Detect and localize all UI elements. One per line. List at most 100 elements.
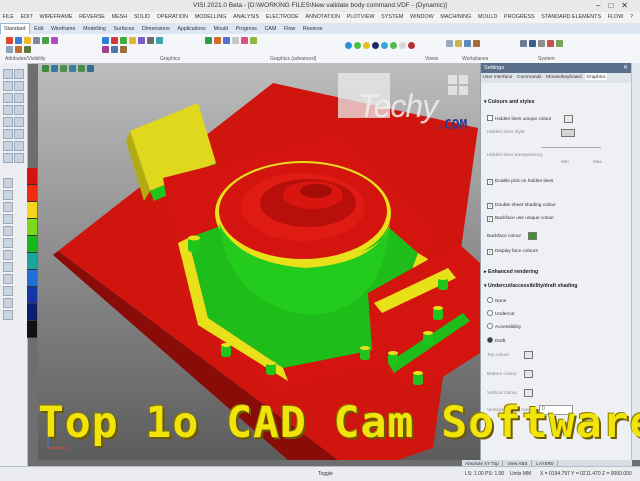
tab-graphics[interactable]: Graphics xyxy=(584,73,608,80)
analysis-tool-icon[interactable] xyxy=(3,178,13,188)
menu-solid[interactable]: SOLID xyxy=(131,12,152,20)
rectangle-tool-icon[interactable] xyxy=(3,105,13,115)
transparency-slider[interactable] xyxy=(541,147,601,148)
shaded-icon[interactable] xyxy=(42,65,49,72)
shading-undercut-option[interactable]: Undercut xyxy=(487,310,514,317)
section-tool-icon[interactable] xyxy=(3,202,13,212)
window-controls[interactable]: –□✕ xyxy=(596,1,636,10)
shading-none-option[interactable]: None xyxy=(487,297,506,304)
show-icon[interactable] xyxy=(42,37,49,44)
menu-edit[interactable]: EDIT xyxy=(18,12,35,20)
menu-reverse[interactable]: REVERSE xyxy=(77,12,108,20)
wire-icon[interactable] xyxy=(120,37,127,44)
trim-tool-icon[interactable] xyxy=(3,117,13,127)
view-globe-icon[interactable] xyxy=(399,42,406,49)
eye-icon[interactable] xyxy=(33,37,40,44)
view-bottom-icon[interactable] xyxy=(390,42,397,49)
tab-user-interface[interactable]: User interface xyxy=(481,73,514,80)
lightbulb-icon[interactable] xyxy=(24,37,31,44)
tab-progress[interactable]: Progress xyxy=(233,24,260,32)
menu-flow[interactable]: FLOW xyxy=(605,12,626,20)
tab-reverse[interactable]: Reverse xyxy=(300,24,326,32)
filter-icon[interactable] xyxy=(6,46,13,53)
menu-wireframe[interactable]: WIREFRAME xyxy=(37,12,75,20)
texture-icon[interactable] xyxy=(223,37,230,44)
offset-tool-icon[interactable] xyxy=(14,117,24,127)
tab-commands[interactable]: Commands xyxy=(516,73,544,80)
system-settings-icon[interactable] xyxy=(520,40,527,47)
menu-window[interactable]: WINDOW xyxy=(408,12,437,20)
menu-annotation[interactable]: ANNOTATION xyxy=(303,12,343,20)
settings-tool-icon[interactable] xyxy=(3,310,13,320)
parting-tool-icon[interactable] xyxy=(3,250,13,260)
thickness-tool-icon[interactable] xyxy=(3,226,13,236)
undercut-tool-icon[interactable] xyxy=(3,238,13,248)
hidden-lines-colour-swatch[interactable] xyxy=(564,115,573,123)
menu-progress[interactable]: PROGRESS xyxy=(502,12,538,20)
circle-tool-icon[interactable] xyxy=(3,93,13,103)
light-icon[interactable] xyxy=(129,37,136,44)
view-back-icon[interactable] xyxy=(381,42,388,49)
section-colours[interactable]: ▾ Colours and styles xyxy=(484,99,534,105)
view-iso-icon[interactable] xyxy=(345,42,352,49)
colour-map-icon[interactable] xyxy=(241,37,248,44)
hidden-lines-style-select[interactable] xyxy=(561,129,575,137)
checkbox-checked[interactable]: ✓ xyxy=(487,216,493,222)
select-tool-icon[interactable] xyxy=(3,69,13,79)
backface-unique-option[interactable]: ✓ Backface use unique colour xyxy=(487,216,554,222)
menu-file[interactable]: FILE xyxy=(0,12,16,20)
close-icon[interactable]: ✕ xyxy=(623,64,628,71)
menu-analysis[interactable]: ANALYSIS xyxy=(231,12,262,20)
options-icon[interactable] xyxy=(538,40,545,47)
menu-modelling[interactable]: MODELLING xyxy=(192,12,229,20)
tab-surfaces[interactable]: Surfaces xyxy=(110,24,137,32)
top-colour-swatch[interactable] xyxy=(524,351,533,359)
view-side-icon[interactable] xyxy=(372,42,379,49)
checkbox-checked[interactable]: ✓ xyxy=(487,249,493,255)
select-icon[interactable] xyxy=(24,46,31,53)
menu-plotview[interactable]: PLOTVIEW xyxy=(344,12,377,20)
backface-colour-swatch[interactable] xyxy=(528,232,537,240)
shade-icon[interactable] xyxy=(102,37,109,44)
arc-tool-icon[interactable] xyxy=(14,81,24,91)
display-face-option[interactable]: ✓ Display face colours xyxy=(487,249,538,255)
dynamic-icon[interactable] xyxy=(205,37,212,44)
tab-edit[interactable]: Edit xyxy=(31,24,46,32)
report-tool-icon[interactable] xyxy=(3,286,13,296)
bottom-colour-swatch[interactable] xyxy=(524,370,533,378)
view-front-icon[interactable] xyxy=(363,42,370,49)
hidden-line-icon[interactable] xyxy=(60,65,67,72)
menu-mould[interactable]: MOULD xyxy=(475,12,499,20)
section-undercut[interactable]: ▾ Undercut/accessibility/draft shading xyxy=(484,283,577,289)
transparency-icon[interactable] xyxy=(138,37,145,44)
menu-machining[interactable]: MACHINING xyxy=(438,12,474,20)
measure-tool-icon[interactable] xyxy=(3,153,13,163)
vertical-colour-swatch[interactable] xyxy=(524,389,533,397)
toggle-label[interactable]: Toggle xyxy=(318,471,333,477)
colour-icon[interactable] xyxy=(6,37,13,44)
tab-applications[interactable]: Applications xyxy=(174,24,209,32)
export-tool-icon[interactable] xyxy=(3,298,13,308)
perspective-icon[interactable] xyxy=(78,65,85,72)
workplane-dynamic-icon[interactable] xyxy=(473,40,480,47)
tab-mouse-keyboard[interactable]: Mouse/keyboard xyxy=(545,73,583,80)
radio[interactable] xyxy=(487,323,493,329)
layer-icon[interactable] xyxy=(15,37,22,44)
shadow-icon[interactable] xyxy=(232,37,239,44)
edge-icon[interactable] xyxy=(147,37,154,44)
tab-dimensions[interactable]: Dimensions xyxy=(139,24,173,32)
workplane-align-icon[interactable] xyxy=(464,40,471,47)
radio-selected[interactable] xyxy=(487,337,493,343)
hide-icon[interactable] xyxy=(51,37,58,44)
shading-draft-option[interactable]: Draft xyxy=(487,337,505,344)
deviation-tool-icon[interactable] xyxy=(3,262,13,272)
radio[interactable] xyxy=(487,310,493,316)
menu-standard-elements[interactable]: STANDARD ELEMENTS xyxy=(539,12,604,20)
section-enhanced[interactable]: ▸ Enhanced rendering xyxy=(484,269,538,275)
checkbox-checked[interactable]: ✓ xyxy=(487,179,493,185)
checkbox[interactable] xyxy=(487,115,493,121)
menu-operation[interactable]: OPERATION xyxy=(154,12,190,20)
section-icon[interactable] xyxy=(156,37,163,44)
shading-accessibility-option[interactable]: Accessibility xyxy=(487,323,521,330)
line-tool-icon[interactable] xyxy=(3,81,13,91)
